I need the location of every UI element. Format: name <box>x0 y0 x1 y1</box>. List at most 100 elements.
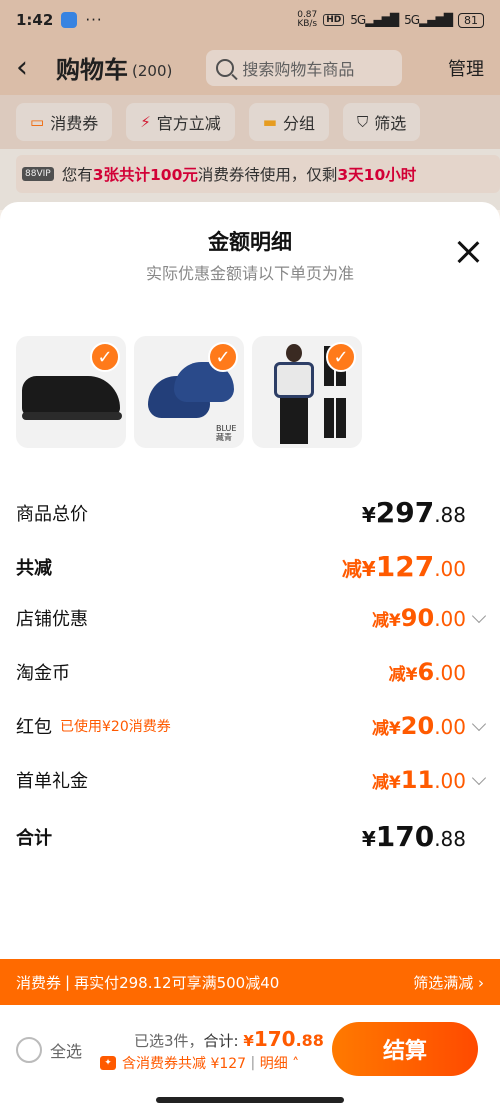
price-int: 127 <box>375 550 435 583</box>
total-prefix: ¥ <box>243 1032 254 1050</box>
discount-tag-icon: ✦ <box>100 1056 116 1070</box>
price-int: 11 <box>400 766 435 794</box>
funnel-icon: ⛉ <box>356 113 369 131</box>
sneaker-image <box>22 376 122 420</box>
cart-header: ‹ 购物车 (200) 搜索购物车商品 管理 <box>0 40 500 95</box>
banner-separator: | <box>65 973 71 991</box>
filter-bar: ▭ 消费券 ⚡ 官方立减 ▬ 分组 ⛉ 筛选 <box>0 95 500 149</box>
price-prefix: ¥ <box>361 503 376 527</box>
price-int: 297 <box>375 496 435 529</box>
price-prefix: 减¥ <box>388 665 418 685</box>
price-prefix: 减¥ <box>371 719 401 739</box>
price-int: 170 <box>375 820 435 853</box>
filter-group[interactable]: ▬ 分组 <box>248 103 329 141</box>
row-total-discount: 共减 减¥ 127.00 <box>0 550 500 583</box>
tracksuit-model-image <box>274 344 314 444</box>
price-dec: .00 <box>434 661 466 685</box>
row-label: 店铺优惠 <box>16 609 88 630</box>
detail-toggle[interactable]: 明细 ˄ <box>260 1053 299 1073</box>
filter-official-discount[interactable]: ⚡ 官方立减 <box>126 103 235 141</box>
status-bar: 1:42 ··· 0.87 KB/s HD 5G▂▄▆█ 5G▂▄▆█ 81 <box>0 0 500 40</box>
home-indicator <box>156 1097 344 1103</box>
close-icon[interactable] <box>456 240 480 264</box>
row-value: 减¥ 11.00 <box>371 766 487 794</box>
chevron-down-icon[interactable] <box>471 770 487 786</box>
row-taojinbi: 淘金币 减¥ 6.00 <box>0 658 500 686</box>
checkmark-icon[interactable]: ✓ <box>208 342 238 372</box>
slipper-color-label: BLUE 藏青 <box>216 424 237 442</box>
coupon-notice[interactable]: 88VIP 您有 3张共计100元 消费券待使用，仅剩 3天10小时 <box>16 155 500 193</box>
select-all-label[interactable]: 全选 <box>50 1038 82 1062</box>
page-title: 购物车 <box>56 56 128 84</box>
search-input[interactable]: 搜索购物车商品 <box>206 49 403 86</box>
back-arrow-icon[interactable]: ‹ <box>16 50 46 85</box>
product-thumb-sneaker[interactable]: ✓ <box>16 336 126 448</box>
filter-full-reduction-link[interactable]: 筛选满减 › <box>413 972 484 993</box>
banner-text: 再实付298.12可享满500减40 <box>74 973 280 992</box>
filter-coupon[interactable]: ▭ 消费券 <box>16 103 113 141</box>
product-thumb-slippers[interactable]: BLUE 藏青 ✓ <box>134 336 244 448</box>
row-label: 首单礼金 <box>16 771 88 792</box>
discount-separator: | <box>246 1055 260 1071</box>
product-thumbnails: ✓ BLUE 藏青 ✓ ✓ <box>16 336 362 448</box>
signal-icon-2: 5G▂▄▆█ <box>404 13 453 27</box>
vip-badge: 88VIP <box>22 167 54 181</box>
manage-button[interactable]: 管理 <box>448 55 484 81</box>
row-value: ¥170.88 <box>362 820 484 853</box>
product-thumb-tracksuit[interactable]: ✓ <box>252 336 362 448</box>
price-int: 20 <box>400 712 435 740</box>
sheet-title: 金额明细 <box>208 230 292 254</box>
notice-highlight-1: 3张共计100元 <box>92 166 198 184</box>
discount-summary[interactable]: ✦ 含消费券共减 ¥127 | 明细 ˄ <box>100 1053 299 1073</box>
lightning-icon: ⚡ <box>140 113 151 131</box>
signal-2-label: 5G <box>404 13 420 27</box>
notice-highlight-2: 3天10小时 <box>337 166 417 184</box>
row-label: 淘金币 <box>16 663 70 684</box>
total-label: 合计: <box>203 1032 244 1050</box>
select-all-radio[interactable] <box>16 1037 42 1063</box>
notice-text-1: 您有 <box>61 166 93 184</box>
checkmark-icon[interactable]: ✓ <box>90 342 120 372</box>
price-dec: .00 <box>434 607 466 631</box>
price-dec: .00 <box>434 557 466 581</box>
app-notification-icon <box>61 12 78 28</box>
price-dec: .00 <box>434 715 466 739</box>
banner-tag: 消费券 <box>16 973 62 992</box>
checkmark-icon[interactable]: ✓ <box>326 342 356 372</box>
coupon-promo-banner[interactable]: 消费券 | 再实付298.12可享满500减40 筛选满减 › <box>0 959 500 1005</box>
row-red-packet[interactable]: 红包 已使用¥20消费券 减¥ 20.00 <box>0 712 500 740</box>
row-value: 减¥ 90.00 <box>371 604 487 632</box>
total-dec: .88 <box>295 1031 324 1050</box>
filter-screen[interactable]: ⛉ 筛选 <box>342 103 421 141</box>
discount-text: 含消费券共减 ¥127 <box>122 1056 247 1072</box>
row-store-discount[interactable]: 店铺优惠 减¥ 90.00 <box>0 604 500 632</box>
row-first-order-bonus[interactable]: 首单礼金 减¥ 11.00 <box>0 766 500 794</box>
signal-1-label: 5G <box>350 13 366 27</box>
status-time: 1:42 <box>16 11 54 29</box>
row-label: 合计 <box>16 827 52 849</box>
row-value: 减¥ 20.00 <box>371 712 487 740</box>
price-int: 90 <box>400 604 435 632</box>
total-int: 170 <box>253 1027 296 1051</box>
hd-icon: HD <box>323 14 345 26</box>
chevron-down-icon[interactable] <box>471 608 487 624</box>
price-prefix: 减¥ <box>341 557 376 581</box>
checkout-button[interactable]: 结算 <box>332 1022 478 1076</box>
row-label: 共减 <box>16 557 52 579</box>
price-prefix: 减¥ <box>371 611 401 631</box>
price-int: 6 <box>417 658 435 686</box>
row-label: 商品总价 <box>16 503 88 525</box>
row-subtotal: 商品总价 ¥297.88 <box>0 496 500 529</box>
sheet-subtitle: 实际优惠金额请以下单页为准 <box>145 264 354 283</box>
notice-text-2: 消费券待使用，仅剩 <box>197 166 338 184</box>
network-speed: 0.87 KB/s <box>297 10 318 29</box>
filter-label: 筛选 <box>374 114 407 133</box>
chevron-down-icon[interactable] <box>471 716 487 732</box>
price-dec: .00 <box>434 769 466 793</box>
price-dec: .88 <box>434 503 466 527</box>
price-prefix: 减¥ <box>371 773 401 793</box>
search-placeholder: 搜索购物车商品 <box>242 59 355 79</box>
price-dec: .88 <box>434 827 466 851</box>
row-value: 减¥ 127.00 <box>342 550 484 583</box>
row-grand-total: 合计 ¥170.88 <box>0 820 500 853</box>
